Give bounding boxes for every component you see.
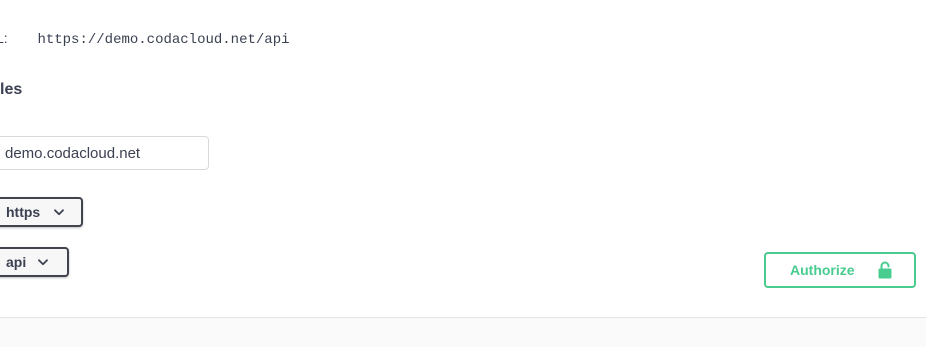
footer-band (0, 317, 926, 347)
server-url-value: https://demo.codacloud.net/api (37, 32, 290, 48)
host-input[interactable] (0, 136, 209, 170)
base-path-select-value: api (6, 254, 27, 270)
chevron-down-icon (54, 207, 65, 217)
authorize-button[interactable]: Authorize (764, 252, 916, 288)
server-variables-title: les (0, 81, 23, 98)
scheme-select[interactable]: https (0, 197, 83, 227)
chevron-down-icon (38, 257, 49, 267)
server-url-label: L: (0, 30, 8, 46)
server-url-row: L: https://demo.codacloud.net/api (0, 28, 290, 48)
scheme-select-value: https (6, 204, 41, 220)
unlocked-padlock-icon (877, 260, 893, 280)
authorize-label: Authorize (790, 262, 855, 278)
base-path-select[interactable]: api (0, 247, 69, 277)
